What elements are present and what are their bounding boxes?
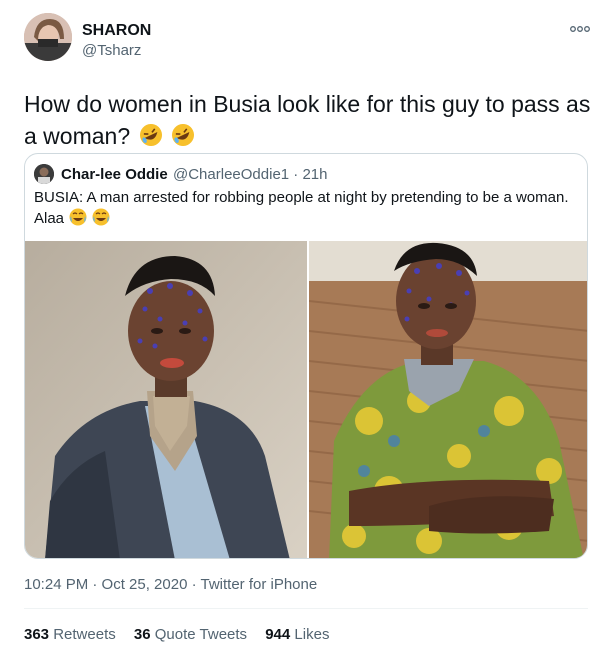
tweet-text-container: How do women in Busia look like for this… xyxy=(24,88,594,152)
quoted-author-avatar[interactable] xyxy=(34,164,54,184)
tweet-text: How do women in Busia look like for this… xyxy=(24,91,591,149)
joy-icon xyxy=(92,208,110,226)
quoted-tweet-text-container: BUSIA: A man arrested for robbing people… xyxy=(34,188,582,229)
quoted-author-handle[interactable]: @CharleeOddie1 · 21h xyxy=(173,166,327,183)
quoted-tweet-card[interactable]: Char-lee Oddie @CharleeOddie1 · 21h BUSI… xyxy=(24,153,588,559)
quote-tweets-label: Quote Tweets xyxy=(154,626,248,643)
author-display-name[interactable]: SHARON xyxy=(82,22,151,40)
retweets-count: 363 xyxy=(24,626,50,643)
joy-icon xyxy=(69,208,87,226)
retweets-label: Retweets xyxy=(53,626,116,643)
retweets-stat[interactable]: 363 Retweets xyxy=(24,626,116,643)
likes-stat[interactable]: 944 Likes xyxy=(265,626,329,643)
tweet-timestamp[interactable]: 10:24 PM · Oct 25, 2020 · Twitter for iP… xyxy=(24,576,317,593)
quote-tweets-stat[interactable]: 36 Quote Tweets xyxy=(134,626,247,643)
likes-label: Likes xyxy=(294,626,330,643)
man-in-grey-suit-photo[interactable] xyxy=(25,241,307,558)
author-handle[interactable]: @Tsharz xyxy=(82,42,141,59)
quoted-author-name[interactable]: Char-lee Oddie xyxy=(61,166,168,183)
man-in-green-print-dress-photo[interactable] xyxy=(309,241,587,558)
rolling-on-floor-laughing-icon xyxy=(139,123,163,147)
quote-tweets-count: 36 xyxy=(133,626,151,643)
quoted-tweet-text: BUSIA: A man arrested for robbing people… xyxy=(34,189,569,227)
rolling-on-floor-laughing-icon xyxy=(171,123,195,147)
author-avatar[interactable] xyxy=(24,13,72,61)
engagement-stats: 363 Retweets 36 Quote Tweets 944 Likes xyxy=(24,626,343,643)
divider xyxy=(24,608,588,609)
likes-count: 944 xyxy=(265,626,291,643)
more-options-icon[interactable] xyxy=(568,22,592,34)
